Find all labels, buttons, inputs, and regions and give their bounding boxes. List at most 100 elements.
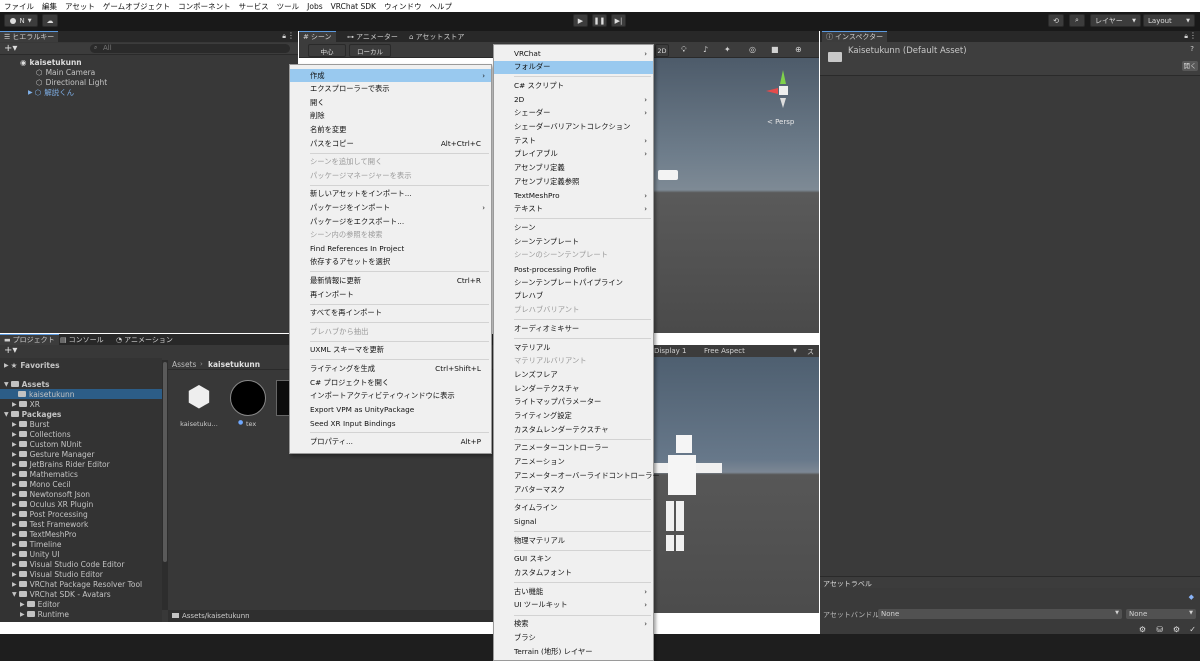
menu-item[interactable]: Export VPM as UnityPackage	[290, 403, 491, 416]
menu-item[interactable]: プロパティ... Alt+P	[290, 435, 491, 448]
tree-item-package[interactable]: ▶ Visual Studio Editor	[12, 569, 103, 579]
gizmos-icon[interactable]: ⊕	[795, 45, 802, 54]
menu-item[interactable]: プレイアブル ›	[494, 148, 653, 161]
menu-item[interactable]: パッケージをインポート ›	[290, 201, 491, 214]
tree-item-package[interactable]: ▶ Visual Studio Code Editor	[12, 559, 124, 569]
hierarchy-search-input[interactable]: ⌕ All	[90, 44, 290, 53]
menu-item[interactable]: インポートアクティビティウィンドウに表示	[290, 390, 491, 403]
lock-icon[interactable]: 🔒︎	[282, 32, 286, 41]
menu-item[interactable]: アニメーション	[494, 456, 653, 469]
menu-file[interactable]: ファイル	[4, 1, 34, 12]
tree-item-package[interactable]: ▶ TextMeshPro	[12, 529, 76, 539]
lock-icon[interactable]: 🔒︎	[1184, 32, 1188, 41]
pivot-dropdown[interactable]: 中心	[308, 44, 346, 57]
menu-item[interactable]: 古い機能 ›	[494, 585, 653, 598]
tab-animator[interactable]: ⊶ アニメーター	[343, 31, 402, 42]
hierarchy-item[interactable]: ▶ ⬡ 解説くん	[28, 87, 74, 97]
menu-item[interactable]: C# スクリプト	[494, 79, 653, 92]
scene-row[interactable]: ◉ kaisetukunn	[20, 57, 82, 67]
menu-item[interactable]: 開く	[290, 96, 491, 109]
menu-item[interactable]: アセンブリ定義	[494, 162, 653, 175]
label-tag-icon[interactable]: ◆	[1189, 593, 1194, 601]
menu-item[interactable]: 削除	[290, 110, 491, 123]
menu-window[interactable]: ウィンドウ	[384, 1, 422, 12]
tab-scene[interactable]: # シーン	[299, 31, 336, 42]
menu-item[interactable]: レンズフレア	[494, 368, 653, 381]
menu-item[interactable]: アセンブリ定義参照	[494, 175, 653, 188]
cache-icon[interactable]: ⛁	[1156, 625, 1163, 634]
menu-item[interactable]: パスをコピー Alt+Ctrl+C	[290, 137, 491, 150]
aspect-dropdown[interactable]: Free Aspect	[704, 347, 745, 355]
menu-item[interactable]: カスタムフォント	[494, 567, 653, 580]
check-icon[interactable]: ✓	[1189, 625, 1196, 634]
menu-gameobject[interactable]: ゲームオブジェクト	[103, 1, 170, 12]
tree-item-package[interactable]: ▶ Test Framework	[12, 519, 88, 529]
pause-button[interactable]: ❚❚	[592, 14, 607, 27]
menu-item[interactable]: C# プロジェクトを開く	[290, 376, 491, 389]
menu-tools[interactable]: ツール	[277, 1, 300, 12]
tree-item-package[interactable]: ▶ Timeline	[12, 539, 62, 549]
menu-edit[interactable]: 編集	[42, 1, 57, 12]
add-icon[interactable]: +▾	[4, 43, 17, 54]
hierarchy-item[interactable]: ⬡ Directional Light	[36, 77, 107, 87]
asset-variant-dropdown[interactable]: None ▼	[1126, 609, 1196, 619]
menu-item[interactable]: シェーダー ›	[494, 107, 653, 120]
menu-item[interactable]: TextMeshPro ›	[494, 189, 653, 202]
tab-hierarchy[interactable]: ☰ ヒエラルキー	[0, 31, 59, 42]
menu-item[interactable]: プレハブ	[494, 290, 653, 303]
menu-item[interactable]: フォルダー	[494, 60, 653, 74]
tree-item-package[interactable]: ▶ Burst	[12, 419, 49, 429]
menu-item[interactable]: アニメーターオーバーライドコントローラー	[494, 469, 660, 482]
menu-item[interactable]: シェーダーバリアントコレクション	[494, 121, 653, 134]
asset-tile-partial[interactable]	[276, 380, 290, 416]
menu-item[interactable]: シーンテンプレートパイプライン	[494, 276, 653, 289]
menu-item[interactable]: 名前を変更	[290, 123, 491, 136]
menu-item[interactable]: ライティング設定	[494, 410, 653, 423]
add-icon[interactable]: +▾	[4, 345, 17, 356]
tab-project[interactable]: ▬ プロジェクト	[0, 334, 59, 345]
menu-item[interactable]: UXML スキーマを更新	[290, 344, 491, 357]
menu-item[interactable]: オーディオミキサー	[494, 322, 653, 335]
layout-dropdown[interactable]: Layout ▼	[1143, 14, 1195, 27]
tree-scrollbar[interactable]	[162, 360, 168, 610]
menu-item[interactable]: VRChat ›	[494, 47, 653, 60]
lighting-icon[interactable]: 💡︎	[681, 45, 687, 55]
menu-services[interactable]: サービス	[239, 1, 269, 12]
tree-item-package[interactable]: ▶ VRChat Package Resolver Tool	[12, 579, 142, 589]
debug-icon[interactable]: ⚙	[1139, 625, 1146, 634]
menu-item[interactable]: カスタムレンダーテクスチャ	[494, 423, 653, 436]
menu-item[interactable]: Terrain (地形) レイヤー	[494, 645, 653, 658]
menu-item[interactable]: 2D ›	[494, 93, 653, 106]
game-view[interactable]	[652, 357, 819, 613]
projection-label[interactable]: < Persp	[767, 118, 794, 126]
display-dropdown[interactable]: Display 1	[654, 347, 686, 355]
breadcrumb-current[interactable]: kaisetukunn	[208, 360, 260, 369]
packages-row[interactable]: ▼ Packages	[4, 409, 61, 419]
tree-item-package[interactable]: ▶ JetBrains Rider Editor	[12, 459, 110, 469]
menu-item[interactable]: 検索 ›	[494, 618, 653, 631]
tree-item-package[interactable]: ▶ Newtonsoft Json	[12, 489, 90, 499]
menu-item[interactable]: ライティングを生成 Ctrl+Shift+L	[290, 362, 491, 375]
tab-console[interactable]: ▤ コンソール	[56, 334, 108, 345]
menu-assets[interactable]: アセット	[65, 1, 95, 12]
2d-toggle[interactable]: 2D	[655, 44, 669, 57]
menu-item[interactable]: タイムライン	[494, 502, 653, 515]
menu-jobs[interactable]: Jobs	[307, 2, 322, 11]
cloud-button[interactable]: ☁	[42, 14, 58, 27]
menu-item[interactable]: Post-processing Profile	[494, 263, 653, 276]
menu-item[interactable]: エクスプローラーで表示	[290, 83, 491, 96]
scene-view[interactable]: < Persp	[652, 58, 819, 333]
menu-item[interactable]: 新しいアセットをインポート...	[290, 188, 491, 201]
menu-item[interactable]: 最新情報に更新 Ctrl+R	[290, 274, 491, 287]
tree-item-package[interactable]: ▶ Custom NUnit	[12, 439, 82, 449]
menu-component[interactable]: コンポーネント	[178, 1, 231, 12]
scale-slider-label[interactable]: ス	[807, 347, 814, 357]
asset-tile-kaisetukunn[interactable]: ⬢ kaisetuku…	[178, 378, 220, 430]
tree-item-package[interactable]: ▼ VRChat SDK - Avatars	[12, 589, 111, 599]
breadcrumb-root[interactable]: Assets	[172, 360, 196, 369]
tree-item-sdk-child[interactable]: ▶ Editor	[20, 599, 60, 609]
camera-icon[interactable]: ■	[771, 45, 779, 54]
menu-item[interactable]: シーン	[494, 221, 653, 234]
more-icon[interactable]: ⋮	[1189, 31, 1197, 40]
settings-icon[interactable]: ⚙	[1173, 625, 1180, 634]
